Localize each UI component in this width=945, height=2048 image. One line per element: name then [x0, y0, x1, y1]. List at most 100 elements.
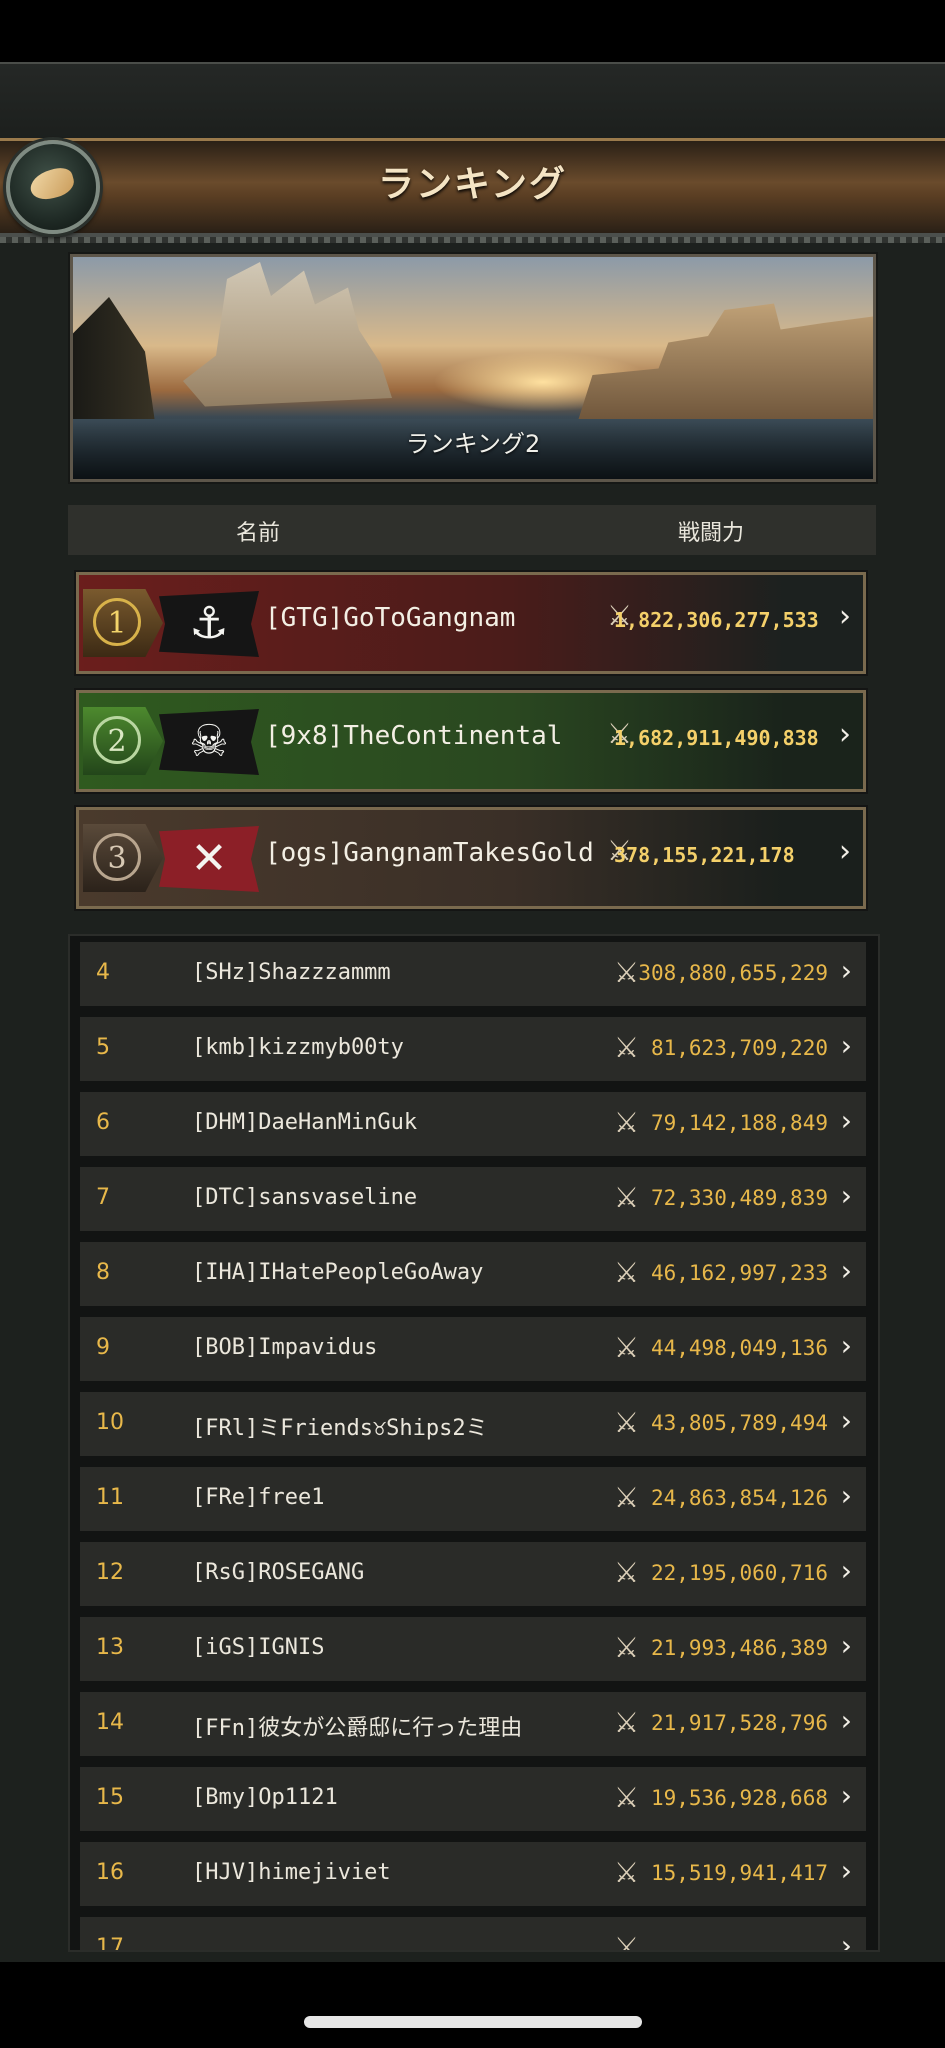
power-value: 72,330,489,839 — [650, 1186, 828, 1210]
power-value: 43,805,789,494 — [650, 1411, 828, 1435]
crossed-swords-icon: ⚔ — [614, 1031, 640, 1064]
chevron-right-icon: › — [840, 1479, 852, 1512]
player-name: [Bmy]Op1121 — [192, 1785, 338, 1810]
power-value: 46,162,997,233 — [650, 1261, 828, 1285]
rank-number: 15 — [96, 1785, 124, 1810]
ranking-list[interactable]: 4 [SHz]Shazzzammm ⚔ 308,880,655,229 › 5 [kmb]k… — [68, 934, 880, 1952]
ranking-row[interactable]: 17 ⚔ › — [80, 1917, 866, 1952]
player-name: [ogs]GangnamTakesGold — [265, 838, 594, 868]
bottom-area — [0, 1962, 945, 2048]
ranking-row[interactable]: 5 [kmb]kizzmyb00ty ⚔ 81,623,709,220 › — [80, 1017, 866, 1081]
player-name: [RsG]ROSEGANG — [192, 1560, 365, 1585]
power-value: 15,519,941,417 — [650, 1861, 828, 1885]
crossed-swords-icon: ⚔ — [614, 1481, 640, 1514]
power-value: 81,623,709,220 — [650, 1036, 828, 1060]
rank-number: 1 — [93, 598, 141, 646]
power-value: 21,917,528,796 — [650, 1711, 828, 1735]
ranking-row[interactable]: 7 [DTC]sansvaseline ⚔ 72,330,489,839 › — [80, 1167, 866, 1231]
crossed-swords-icon: ⚔ — [614, 1631, 640, 1664]
power-value: 1,822,306,277,533 — [614, 608, 819, 632]
power-value: 21,993,486,389 — [650, 1636, 828, 1660]
ranking-row[interactable]: 4 [SHz]Shazzzammm ⚔ 308,880,655,229 › — [80, 942, 866, 1006]
skull-flag-icon: ☠ — [159, 709, 259, 775]
ranking-row[interactable]: 15 [Bmy]Op1121 ⚔ 19,536,928,668 › — [80, 1767, 866, 1831]
crossed-swords-icon: ⚔ — [614, 1331, 640, 1364]
power-value: 378,155,221,178 — [614, 843, 795, 867]
rank-number: 13 — [96, 1635, 124, 1660]
rank-number: 10 — [96, 1410, 124, 1435]
back-button[interactable] — [6, 140, 100, 234]
rope-divider — [0, 237, 945, 243]
ranking-row-top[interactable]: 2 ☠ [9x8]TheContinental ⚔ 1,682,911,490,… — [76, 690, 866, 792]
ranking-row[interactable]: 9 [BOB]Impavidus ⚔ 44,498,049,136 › — [80, 1317, 866, 1381]
player-name: [IHA]IHatePeopleGoAway — [192, 1260, 484, 1285]
home-indicator[interactable] — [304, 2016, 642, 2028]
ranking-row-top[interactable]: 3 ✕ [ogs]GangnamTakesGold ⚔ 378,155,221,… — [76, 807, 866, 909]
player-name: [FRl]ミFriends♉Ships2ミ — [192, 1416, 488, 1441]
rank-number: 14 — [96, 1710, 124, 1735]
chevron-right-icon: › — [840, 1179, 852, 1212]
bronze-medal-icon: 3 — [83, 824, 163, 892]
column-header: 名前 戦闘力 — [68, 505, 876, 555]
chevron-right-icon: › — [840, 1704, 852, 1737]
chevron-right-icon: › — [839, 599, 851, 634]
power-value: 79,142,188,849 — [650, 1111, 828, 1135]
chevron-right-icon: › — [839, 834, 851, 869]
crossed-bones-flag-icon: ✕ — [159, 826, 259, 892]
ranking-row[interactable]: 8 [IHA]IHatePeopleGoAway ⚔ 46,162,997,233 › — [80, 1242, 866, 1306]
power-value: 22,195,060,716 — [650, 1561, 828, 1585]
crossed-swords-icon: ⚔ — [614, 1556, 640, 1589]
chevron-right-icon: › — [840, 1854, 852, 1887]
rank-number: 5 — [96, 1035, 110, 1060]
chevron-right-icon: › — [840, 1929, 852, 1952]
ranking-row[interactable]: 16 [HJV]himejiviet ⚔ 15,519,941,417 › — [80, 1842, 866, 1906]
player-name: [iGS]IGNIS — [192, 1635, 325, 1660]
player-name: [kmb]kizzmyb00ty — [192, 1035, 404, 1060]
ranking-row[interactable]: 6 [DHM]DaeHanMinGuk ⚔ 79,142,188,849 › — [80, 1092, 866, 1156]
crossed-swords-icon: ⚔ — [614, 1781, 640, 1814]
ranking-row[interactable]: 14 [FFn]彼女が公爵邸に行った理由 ⚔ 21,917,528,796 › — [80, 1692, 866, 1756]
power-value: 19,536,928,668 — [650, 1786, 828, 1810]
chevron-right-icon: › — [840, 954, 852, 987]
rank-number: 12 — [96, 1560, 124, 1585]
crossed-swords-icon: ⚔ — [614, 1706, 640, 1739]
ship-image — [183, 262, 392, 407]
chevron-right-icon: › — [840, 1329, 852, 1362]
ranking-row-top[interactable]: 1 ⚓ [GTG]GoToGangnam ⚔ 1,822,306,277,533… — [76, 572, 866, 674]
power-value: 308,880,655,229 — [638, 961, 828, 985]
crossed-swords-icon: ⚔ — [614, 956, 640, 989]
title-bar: ランキング — [0, 138, 945, 243]
chevron-right-icon: › — [839, 717, 851, 752]
column-power-label: 戦闘力 — [678, 521, 745, 546]
ranking-row[interactable]: 11 [FRe]free1 ⚔ 24,863,854,126 › — [80, 1467, 866, 1531]
status-bar — [0, 0, 945, 62]
horn-icon — [27, 164, 77, 204]
power-value: 44,498,049,136 — [650, 1336, 828, 1360]
anchor-flag-icon: ⚓ — [159, 591, 259, 657]
crossed-swords-icon: ⚔ — [614, 1181, 640, 1214]
rank-number: 16 — [96, 1860, 124, 1885]
rank-number: 8 — [96, 1260, 110, 1285]
chevron-right-icon: › — [840, 1629, 852, 1662]
banner-caption: ランキング2 — [405, 430, 541, 458]
ranking-banner: ランキング2 — [70, 254, 876, 482]
player-name: [HJV]himejiviet — [192, 1860, 391, 1885]
chevron-right-icon: › — [840, 1779, 852, 1812]
ranking-row[interactable]: 10 [FRl]ミFriends♉Ships2ミ ⚔ 43,805,789,494 › — [80, 1392, 866, 1456]
crossed-swords-icon: ⚔ — [614, 1256, 640, 1289]
ranking-row[interactable]: 12 [RsG]ROSEGANG ⚔ 22,195,060,716 › — [80, 1542, 866, 1606]
player-name: [DHM]DaeHanMinGuk — [192, 1110, 418, 1135]
player-name: [FRe]free1 — [192, 1485, 325, 1510]
crossed-swords-icon: ⚔ — [614, 1856, 640, 1889]
crossed-swords-icon: ⚔ — [614, 1406, 640, 1439]
rank-number: 9 — [96, 1335, 110, 1360]
ranking-row[interactable]: 13 [iGS]IGNIS ⚔ 21,993,486,389 › — [80, 1617, 866, 1681]
chevron-right-icon: › — [840, 1029, 852, 1062]
player-name: [DTC]sansvaseline — [192, 1185, 418, 1210]
screen: ランキング ランキング2 名前 戦闘力 1 ⚓ [GTG]GoToGangnam… — [0, 0, 945, 2048]
rank-number: 6 — [96, 1110, 110, 1135]
chevron-right-icon: › — [840, 1104, 852, 1137]
rank-number: 11 — [96, 1485, 124, 1510]
top-strip — [0, 62, 945, 140]
crossed-swords-icon: ⚔ — [614, 1106, 640, 1139]
